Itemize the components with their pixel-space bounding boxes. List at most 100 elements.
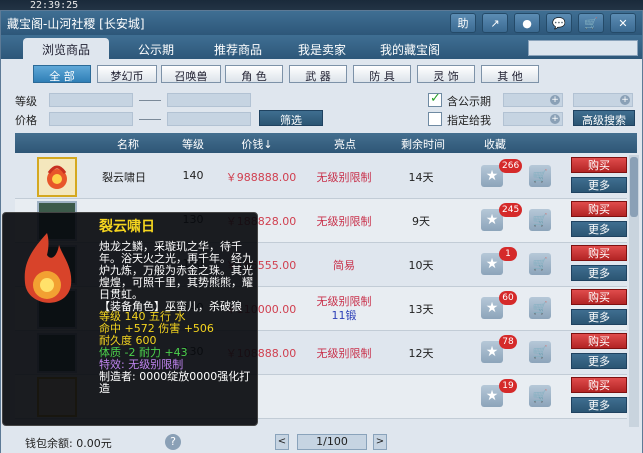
buy-button[interactable]: 购买 [571, 157, 627, 173]
header-highlight: 亮点 [334, 138, 356, 151]
favorite-count-badge: 60 [499, 291, 517, 305]
tab-my-pavilion[interactable]: 我的藏宝阁 [367, 38, 453, 59]
item-time: 14天 [408, 171, 434, 184]
table-header: 名称 等级 价钱↓ 亮点 剩余时间 收藏 [15, 133, 637, 153]
window-title: 藏宝阁-山河社稷 [长安城] [7, 17, 145, 31]
item-price: ￥988888.00 [225, 171, 297, 184]
item-time: 12天 [408, 347, 434, 360]
help-icon[interactable]: ? [165, 434, 181, 450]
header-price[interactable]: 价钱↓ [227, 136, 287, 152]
add-to-cart-icon[interactable]: 🛒 [529, 341, 551, 363]
item-time: 13天 [408, 303, 434, 316]
advanced-search-button[interactable]: 高级搜索 [573, 110, 635, 127]
cart-icon[interactable]: 🛒 [578, 13, 604, 33]
public-label: 含公示期 [447, 95, 491, 108]
add-to-cart-icon[interactable]: 🛒 [529, 165, 551, 187]
category-all[interactable]: 全 部 [33, 65, 91, 83]
page-indicator[interactable]: 1/100 [297, 434, 367, 450]
item-time: 10天 [408, 259, 434, 272]
buy-button[interactable]: 购买 [571, 245, 627, 261]
record-icon[interactable]: ● [514, 13, 540, 33]
favorite-count-badge: 19 [499, 379, 517, 393]
table-row[interactable]: 裂云啸日 140 ￥988888.00 无级别限制 14天 ★ 266 🛒 购买… [15, 155, 627, 199]
more-button[interactable]: 更多 [571, 221, 627, 237]
more-button[interactable]: 更多 [571, 309, 627, 325]
tab-bar: 浏览商品 公示期 推荐商品 我是卖家 我的藏宝阁 [1, 35, 642, 59]
header-name[interactable]: 名称 [103, 136, 153, 152]
list-scrollbar[interactable] [629, 155, 639, 427]
favorite-count-badge: 266 [499, 159, 523, 173]
add-to-cart-icon[interactable]: 🛒 [529, 253, 551, 275]
category-other[interactable]: 其 他 [481, 65, 539, 83]
category-weapons[interactable]: 武 器 [289, 65, 347, 83]
public-dropdown-2[interactable]: + [573, 93, 633, 107]
buy-button[interactable]: 购买 [571, 377, 627, 393]
level-max-input[interactable] [167, 93, 251, 107]
tooltip-item-name: 裂云啸日 [99, 219, 155, 235]
filter-panel: 等级 价格 筛选 含公示期 + + 指定给我 + 高级搜索 [1, 89, 642, 129]
plus-icon: + [550, 95, 560, 105]
item-name: 裂云啸日 [102, 171, 146, 184]
share-icon[interactable]: ↗ [482, 13, 508, 33]
help-icon[interactable]: 助 [450, 13, 476, 33]
tab-recommended[interactable]: 推荐商品 [201, 38, 275, 59]
tab-browse[interactable]: 浏览商品 [23, 38, 109, 59]
more-button[interactable]: 更多 [571, 265, 627, 281]
item-flame-icon [11, 227, 83, 323]
buy-button[interactable]: 购买 [571, 201, 627, 217]
public-dropdown-1[interactable]: + [503, 93, 563, 107]
more-button[interactable]: 更多 [571, 353, 627, 369]
favorite-count-badge: 1 [499, 247, 517, 261]
chat-icon[interactable]: 💬 [546, 13, 572, 33]
filter-button[interactable]: 筛选 [259, 110, 323, 127]
level-label: 等级 [15, 95, 37, 108]
tooltip-maker: 制造者: 0000绽放0000强化打造 [99, 370, 251, 395]
close-icon[interactable]: ✕ [610, 13, 636, 33]
search-input[interactable] [528, 40, 638, 56]
item-level: 140 [182, 169, 204, 182]
item-highlight: 无级别限制 [316, 171, 372, 184]
footer-bar: 钱包余额: 0.00元 ? < 1/100 > [1, 431, 642, 453]
price-label: 价格 [15, 114, 37, 127]
level-min-input[interactable] [49, 93, 133, 107]
category-bar: 全 部 梦幻币 召唤兽 角 色 武 器 防 具 灵 饰 其 他 [1, 63, 642, 85]
more-button[interactable]: 更多 [571, 177, 627, 193]
tab-public[interactable]: 公示期 [119, 38, 193, 59]
item-icon[interactable] [37, 157, 77, 197]
category-ornaments[interactable]: 灵 饰 [417, 65, 475, 83]
public-checkbox[interactable] [428, 91, 442, 107]
scroll-thumb[interactable] [630, 157, 638, 217]
page-next-button[interactable]: > [373, 434, 387, 450]
item-highlight: 无级别限制 [316, 347, 372, 360]
favorite-count-badge: 245 [499, 203, 523, 217]
category-pets[interactable]: 召唤兽 [161, 65, 221, 83]
wallet-balance: 钱包余额: 0.00元 [25, 437, 112, 450]
tooltip-stats: 等级 140 五行 水 命中 +572 伤害 +506 耐久度 600 体质 -… [99, 311, 255, 395]
specified-label: 指定给我 [447, 114, 491, 127]
header-time[interactable]: 剩余时间 [393, 136, 453, 152]
specified-dropdown[interactable]: + [503, 112, 563, 126]
buy-button[interactable]: 购买 [571, 333, 627, 349]
tooltip-description: 烛龙之鳞，采璇玑之华，待千年。浴天火之光，再千年。经九炉九炼，万般为赤金之珠。其… [99, 241, 255, 313]
price-min-input[interactable] [49, 112, 133, 126]
tooltip-lore: 烛龙之鳞，采璇玑之华，待千年。浴天火之光，再千年。经九炉九炼，万般为赤金之珠。其… [99, 240, 253, 301]
level-dash [139, 100, 161, 101]
add-to-cart-icon[interactable]: 🛒 [529, 209, 551, 231]
item-highlight: 无级别限制 [316, 215, 372, 228]
favorite-count-badge: 78 [499, 335, 517, 349]
specified-checkbox[interactable] [428, 112, 442, 126]
item-highlight: 简易 [333, 259, 355, 272]
category-armor[interactable]: 防 具 [353, 65, 411, 83]
category-currency[interactable]: 梦幻币 [97, 65, 157, 83]
more-button[interactable]: 更多 [571, 397, 627, 413]
page-prev-button[interactable]: < [275, 434, 289, 450]
price-max-input[interactable] [167, 112, 251, 126]
title-bar: 藏宝阁-山河社稷 [长安城] 助 ↗ ● 💬 🛒 ✕ [1, 11, 642, 35]
header-level[interactable]: 等级 [173, 136, 213, 152]
add-to-cart-icon[interactable]: 🛒 [529, 385, 551, 407]
plus-icon: + [620, 95, 630, 105]
category-roles[interactable]: 角 色 [225, 65, 283, 83]
add-to-cart-icon[interactable]: 🛒 [529, 297, 551, 319]
buy-button[interactable]: 购买 [571, 289, 627, 305]
tab-seller[interactable]: 我是卖家 [285, 38, 359, 59]
